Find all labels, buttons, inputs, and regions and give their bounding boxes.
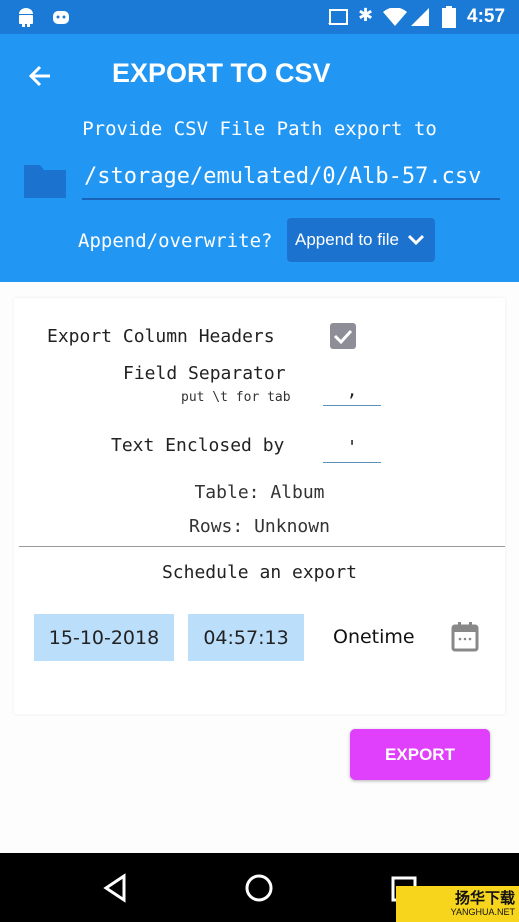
watermark-en: YANGHUA.NET (450, 907, 515, 917)
android-robot-icon (53, 11, 69, 24)
table-info: Table: Album (194, 482, 325, 503)
export-options-card: Export Column Headers Field Separator pu… (14, 298, 505, 714)
frequency-dropdown[interactable]: Onetime (333, 626, 415, 648)
path-prompt: Provide CSV File Path export to (82, 118, 437, 140)
watermark-cn: 扬华下载 (454, 890, 515, 907)
export-headers-label: Export Column Headers (47, 326, 275, 347)
divider (19, 546, 505, 547)
wifi-icon (383, 8, 407, 26)
append-label: Append/overwrite? (78, 230, 273, 252)
append-mode-dropdown[interactable]: Append to file (287, 218, 435, 262)
clock: 4:57 (467, 6, 506, 27)
home-nav-icon[interactable] (244, 873, 274, 903)
checkmark-icon (333, 329, 353, 345)
page-title: EXPORT TO CSV (112, 58, 331, 88)
chevron-down-icon (407, 234, 425, 246)
export-button[interactable]: EXPORT (350, 729, 490, 780)
android-icon (19, 8, 33, 27)
navigation-bar: 扬华下载 YANGHUA.NET (0, 853, 519, 922)
status-bar: ✱ 4:57 (0, 0, 519, 34)
calendar-icon[interactable] (451, 622, 479, 652)
file-path-input[interactable]: /storage/emulated/0/Alb-57.csv (82, 164, 500, 200)
back-nav-icon[interactable] (102, 873, 128, 903)
append-selected: Append to file (295, 230, 399, 249)
text-enclosed-label: Text Enclosed by (111, 435, 285, 456)
folder-icon[interactable] (24, 162, 66, 198)
export-headers-checkbox[interactable] (330, 323, 356, 349)
battery-charging-icon (442, 6, 456, 28)
field-separator-input[interactable]: , (323, 380, 381, 406)
schedule-date-field[interactable]: 15-10-2018 (34, 614, 174, 661)
field-separator-label: Field Separator (123, 363, 286, 384)
schedule-time-field[interactable]: 04:57:13 (188, 614, 304, 661)
cast-icon (328, 9, 348, 25)
bluetooth-icon: ✱ (358, 5, 374, 25)
signal-icon (411, 8, 429, 26)
app-header: EXPORT TO CSV Provide CSV File Path expo… (0, 34, 519, 282)
schedule-title: Schedule an export (161, 562, 358, 583)
text-enclosed-input[interactable]: ' (323, 437, 381, 463)
watermark-logo: 扬华下载 YANGHUA.NET (396, 886, 519, 922)
rows-info: Rows: Unknown (189, 516, 330, 537)
back-arrow-icon[interactable] (26, 62, 54, 90)
field-separator-hint: put \t for tab (181, 390, 291, 405)
